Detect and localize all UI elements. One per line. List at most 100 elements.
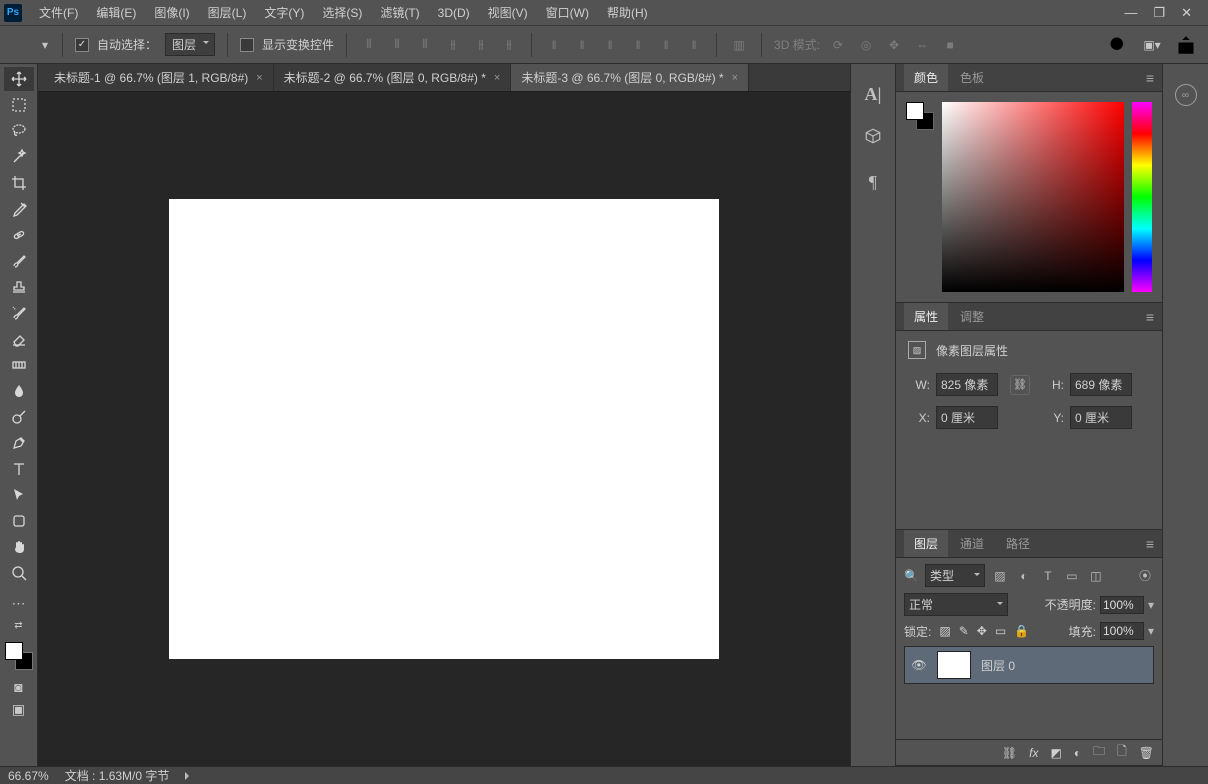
healing-tool[interactable] bbox=[4, 223, 34, 247]
document-tab[interactable]: 未标题-3 @ 66.7% (图层 0, RGB/8#) *× bbox=[511, 64, 749, 91]
close-tab-icon[interactable]: × bbox=[256, 72, 262, 84]
document-tab[interactable]: 未标题-1 @ 66.7% (图层 1, RGB/8#)× bbox=[44, 64, 274, 91]
close-button[interactable]: ✕ bbox=[1181, 5, 1192, 21]
stamp-tool[interactable] bbox=[4, 275, 34, 299]
blur-tool[interactable] bbox=[4, 379, 34, 403]
x-field[interactable]: 0 厘米 bbox=[936, 406, 998, 429]
restore-button[interactable]: ❐ bbox=[1153, 5, 1165, 21]
3d-roll-icon[interactable]: ◎ bbox=[856, 35, 876, 55]
distribute-right-icon[interactable]: ‖ bbox=[684, 35, 704, 55]
filter-smart-icon[interactable]: ◫ bbox=[1087, 569, 1105, 583]
edit-toolbar-icon[interactable]: ⋯ bbox=[4, 593, 34, 613]
lock-artboard-icon[interactable]: ▭ bbox=[995, 624, 1006, 638]
tab-paths[interactable]: 路径 bbox=[996, 530, 1040, 557]
fx-icon[interactable]: fx bbox=[1029, 746, 1038, 760]
adjustment-icon[interactable]: ◐ bbox=[1074, 746, 1081, 760]
paragraph-panel-icon[interactable]: ¶ bbox=[869, 172, 877, 193]
menu-3D(D)[interactable]: 3D(D) bbox=[429, 0, 479, 26]
tab-properties[interactable]: 属性 bbox=[904, 303, 948, 330]
text-tool[interactable] bbox=[4, 457, 34, 481]
auto-select-dropdown[interactable]: 图层 bbox=[165, 33, 215, 56]
layer-thumbnail[interactable] bbox=[937, 651, 971, 679]
lock-position-icon[interactable]: ✥ bbox=[977, 624, 987, 638]
link-wh-icon[interactable]: ⛓ bbox=[1010, 375, 1030, 395]
distribute-hcenter-icon[interactable]: ‖ bbox=[656, 35, 676, 55]
tab-layers[interactable]: 图层 bbox=[904, 530, 948, 557]
align-hcenter-icon[interactable]: ⫴ bbox=[387, 35, 407, 55]
link-layers-icon[interactable]: ⛓ bbox=[1002, 746, 1017, 760]
3d-orbit-icon[interactable]: ⟳ bbox=[828, 35, 848, 55]
swap-colors-icon[interactable]: ⇄ bbox=[4, 615, 34, 635]
menu-滤镜(T)[interactable]: 滤镜(T) bbox=[371, 0, 428, 26]
height-field[interactable]: 689 像素 bbox=[1070, 373, 1132, 396]
close-tab-icon[interactable]: × bbox=[494, 72, 500, 84]
distribute-left-icon[interactable]: ‖ bbox=[628, 35, 648, 55]
auto-align-icon[interactable]: ▥ bbox=[729, 35, 749, 55]
3d-panel-icon[interactable] bbox=[864, 127, 882, 150]
search-icon[interactable] bbox=[1108, 35, 1128, 55]
filter-toggle-icon[interactable]: ⦿ bbox=[1136, 567, 1154, 584]
align-vcenter-icon[interactable]: ⫵ bbox=[471, 35, 491, 55]
status-flyout-icon[interactable] bbox=[185, 772, 193, 780]
filter-adjust-icon[interactable]: ◐ bbox=[1015, 569, 1033, 583]
eraser-tool[interactable] bbox=[4, 327, 34, 351]
y-field[interactable]: 0 厘米 bbox=[1070, 406, 1132, 429]
auto-select-checkbox[interactable] bbox=[75, 38, 89, 52]
workspace-icon[interactable]: ▣▾ bbox=[1142, 35, 1162, 55]
hand-tool[interactable] bbox=[4, 535, 34, 559]
shape-tool[interactable] bbox=[4, 509, 34, 533]
3d-slide-icon[interactable]: ⇔ bbox=[912, 35, 932, 55]
color-field[interactable] bbox=[942, 102, 1124, 292]
fill-field[interactable] bbox=[1100, 622, 1144, 640]
filter-pixel-icon[interactable]: ▨ bbox=[991, 569, 1009, 583]
magic-wand-tool[interactable] bbox=[4, 145, 34, 169]
menu-帮助(H)[interactable]: 帮助(H) bbox=[598, 0, 657, 26]
layer-row[interactable]: 👁 图层 0 bbox=[904, 646, 1154, 684]
menu-视图(V)[interactable]: 视图(V) bbox=[479, 0, 537, 26]
dodge-tool[interactable] bbox=[4, 405, 34, 429]
distribute-bottom-icon[interactable]: ‖ bbox=[600, 35, 620, 55]
align-left-icon[interactable]: ⫴ bbox=[359, 35, 379, 55]
mask-icon[interactable]: ◩ bbox=[1051, 746, 1062, 760]
filter-kind-dropdown[interactable]: 类型 bbox=[925, 564, 985, 587]
color-panel-menu-icon[interactable]: ≡ bbox=[1146, 70, 1154, 86]
trash-icon[interactable]: 🗑 bbox=[1139, 746, 1154, 760]
menu-窗口(W)[interactable]: 窗口(W) bbox=[537, 0, 598, 26]
fg-bg-colors[interactable] bbox=[5, 642, 33, 670]
share-icon[interactable] bbox=[1176, 35, 1196, 55]
align-right-icon[interactable]: ⫴ bbox=[415, 35, 435, 55]
menu-编辑(E)[interactable]: 编辑(E) bbox=[87, 0, 145, 26]
blend-mode-dropdown[interactable]: 正常 bbox=[904, 593, 1008, 616]
properties-panel-menu-icon[interactable]: ≡ bbox=[1146, 309, 1154, 325]
lock-all-icon[interactable]: 🔒 bbox=[1014, 624, 1029, 638]
crop-tool[interactable] bbox=[4, 171, 34, 195]
character-panel-icon[interactable]: A| bbox=[865, 84, 882, 105]
filter-text-icon[interactable]: T bbox=[1039, 569, 1057, 583]
3d-pan-icon[interactable]: ✥ bbox=[884, 35, 904, 55]
hue-slider[interactable] bbox=[1132, 102, 1152, 292]
path-select-tool[interactable] bbox=[4, 483, 34, 507]
canvas-viewport[interactable] bbox=[38, 92, 850, 766]
align-bottom-icon[interactable]: ⫵ bbox=[499, 35, 519, 55]
show-transform-checkbox[interactable] bbox=[240, 38, 254, 52]
minimize-button[interactable]: — bbox=[1124, 5, 1137, 21]
cc-libraries-icon[interactable]: ∞ bbox=[1175, 84, 1197, 106]
canvas[interactable] bbox=[169, 199, 719, 659]
layer-name[interactable]: 图层 0 bbox=[981, 657, 1015, 674]
zoom-tool[interactable] bbox=[4, 561, 34, 585]
screenmode-icon[interactable]: ▣ bbox=[4, 699, 34, 719]
doc-info[interactable]: 文档 : 1.63M/0 字节 bbox=[65, 767, 170, 784]
close-tab-icon[interactable]: × bbox=[732, 72, 738, 84]
tab-color[interactable]: 颜色 bbox=[904, 64, 948, 91]
width-field[interactable]: 825 像素 bbox=[936, 373, 998, 396]
quickmask-icon[interactable]: ◙ bbox=[4, 677, 34, 697]
distribute-vcenter-icon[interactable]: ‖ bbox=[572, 35, 592, 55]
brush-tool[interactable] bbox=[4, 249, 34, 273]
chevron-down-icon[interactable]: ▾ bbox=[40, 35, 50, 55]
visibility-icon[interactable]: 👁 bbox=[911, 658, 927, 672]
history-brush-tool[interactable] bbox=[4, 301, 34, 325]
zoom-level[interactable]: 66.67% bbox=[8, 769, 49, 783]
group-icon[interactable]: 🗀 bbox=[1093, 742, 1105, 763]
filter-shape-icon[interactable]: ▭ bbox=[1063, 569, 1081, 583]
lock-brush-icon[interactable]: ✎ bbox=[959, 624, 969, 638]
